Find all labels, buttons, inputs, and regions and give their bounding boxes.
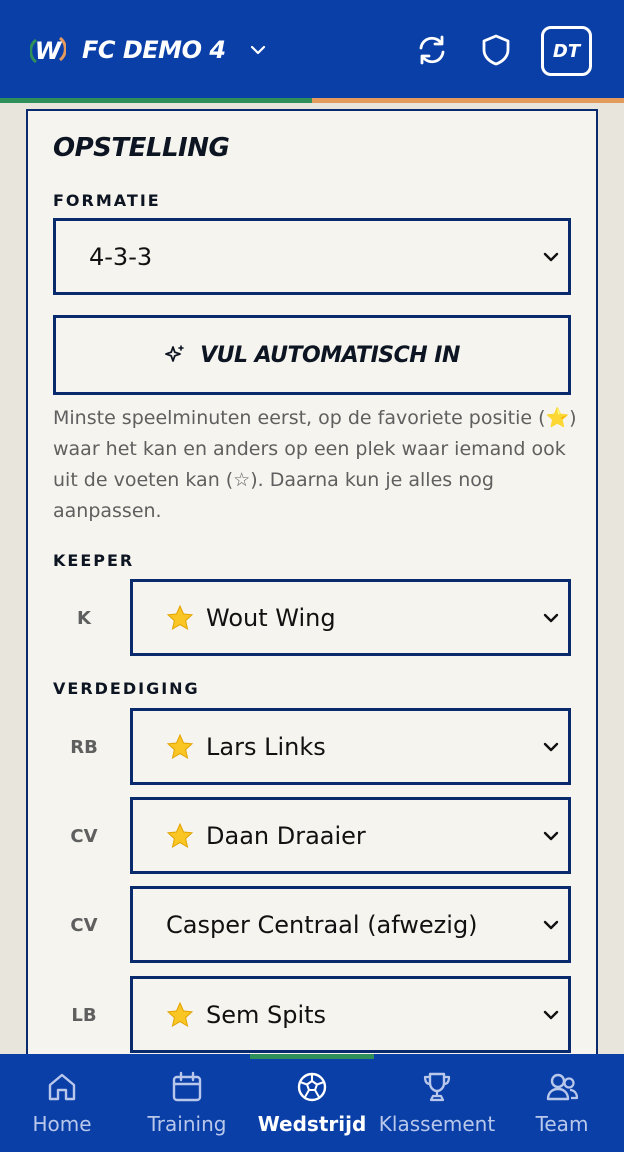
- app-logo-icon[interactable]: W: [30, 32, 66, 68]
- player-select[interactable]: Sem Spits: [130, 976, 571, 1053]
- auto-fill-button[interactable]: VUL AUTOMATISCH IN: [53, 315, 571, 395]
- star-icon: [166, 1001, 194, 1027]
- chevron-down-icon: [543, 1010, 559, 1019]
- team-icon: [546, 1073, 579, 1101]
- refresh-icon[interactable]: [414, 32, 450, 68]
- nav-label: Home: [32, 1112, 92, 1136]
- active-tab-indicator: [250, 1054, 374, 1059]
- auto-fill-label: VUL AUTOMATISCH IN: [200, 342, 460, 368]
- header-accent-stripe: [0, 98, 624, 103]
- chevron-down-icon[interactable]: [248, 40, 268, 60]
- player-name: Wout Wing: [206, 603, 336, 632]
- calendar-icon: [172, 1071, 202, 1102]
- chevron-down-icon: [543, 920, 559, 929]
- nav-label: Wedstrijd: [257, 1112, 367, 1136]
- player-name: Lars Links: [206, 732, 326, 761]
- chevron-down-icon: [543, 252, 559, 261]
- defense-section-label: VERDEDIGING: [53, 679, 200, 698]
- bottom-navigation: Home Training Wedstrijd Klassement Team: [0, 1054, 624, 1152]
- nav-item-training[interactable]: Training: [125, 1054, 249, 1152]
- card-title: OPSTELLING: [53, 133, 230, 163]
- app-header: W FC DEMO 4 DT: [0, 0, 624, 98]
- star-icon: [166, 822, 194, 848]
- team-switcher[interactable]: FC DEMO 4: [82, 32, 226, 68]
- position-label: RB: [70, 737, 98, 758]
- player-name: Daan Draaier: [206, 821, 366, 850]
- nav-item-home[interactable]: Home: [0, 1054, 124, 1152]
- player-name: Casper Centraal (afwezig): [166, 910, 478, 939]
- chevron-down-icon: [543, 831, 559, 840]
- nav-item-match[interactable]: Wedstrijd: [250, 1054, 374, 1152]
- nav-label: Training: [147, 1112, 227, 1136]
- formation-label: FORMATIE: [53, 191, 161, 210]
- soccer-ball-icon: [297, 1072, 327, 1102]
- position-label: CV: [70, 915, 98, 936]
- position-label: CV: [70, 826, 98, 847]
- position-label: K: [77, 608, 91, 629]
- player-select[interactable]: Daan Draaier: [130, 797, 571, 874]
- player-name: Sem Spits: [206, 1000, 327, 1029]
- home-icon: [48, 1073, 76, 1101]
- nav-label: Team: [535, 1112, 589, 1136]
- lineup-card: OPSTELLING FORMATIE 4-3-3 VUL AUTOMATISC…: [26, 109, 598, 1069]
- sparkle-icon: [165, 345, 184, 362]
- chevron-down-icon: [543, 613, 559, 622]
- svg-text:W: W: [35, 37, 63, 65]
- nav-item-team[interactable]: Team: [500, 1054, 624, 1152]
- player-select[interactable]: Lars Links: [130, 708, 571, 785]
- player-select[interactable]: Casper Centraal (afwezig): [130, 886, 571, 963]
- auto-fill-hint: Minste speelminuten eerst, op de favorie…: [53, 407, 577, 522]
- star-icon: [166, 733, 194, 759]
- nav-label: Klassement: [378, 1112, 496, 1136]
- user-avatar[interactable]: DT: [541, 26, 592, 76]
- chevron-down-icon: [543, 742, 559, 751]
- nav-item-standings[interactable]: Klassement: [375, 1054, 499, 1152]
- star-icon: [166, 604, 194, 630]
- player-select[interactable]: Wout Wing: [130, 579, 571, 656]
- keeper-section-label: KEEPER: [53, 551, 135, 570]
- shield-icon[interactable]: [478, 32, 514, 68]
- formation-value: 4-3-3: [89, 242, 153, 271]
- formation-select[interactable]: 4-3-3: [53, 218, 571, 295]
- position-label: LB: [71, 1005, 97, 1026]
- trophy-icon: [423, 1072, 451, 1102]
